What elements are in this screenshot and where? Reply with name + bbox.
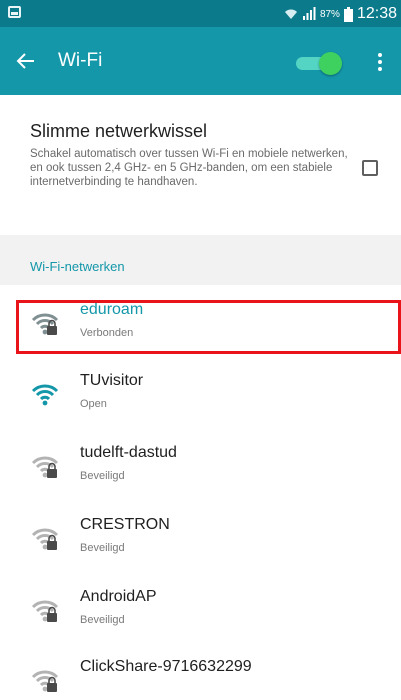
network-status: Open <box>80 398 107 410</box>
cell-signal-icon <box>302 7 316 20</box>
wifi-lock-icon <box>30 598 60 624</box>
network-status: Beveiligd <box>80 542 125 554</box>
section-title: Wi-Fi-netwerken <box>30 259 125 274</box>
wifi-status-icon <box>284 9 297 19</box>
back-button[interactable] <box>10 45 42 77</box>
network-status: Beveiligd <box>80 614 125 626</box>
app-bar: Wi-Fi <box>0 27 401 95</box>
wifi-lock-icon <box>30 526 60 552</box>
arrow-left-icon <box>16 53 34 69</box>
network-name: CRESTRON <box>80 516 170 533</box>
network-item-tudelft-dastud[interactable]: tudelft-dastud Beveiligd <box>0 430 401 502</box>
battery-icon <box>343 6 353 22</box>
battery-percent: 87% <box>319 8 340 20</box>
clock: 12:38 <box>356 5 397 22</box>
more-options-button[interactable] <box>368 47 392 77</box>
smart-network-switch-row[interactable]: Slimme netwerkwissel Schakel automatisch… <box>0 95 401 235</box>
network-list: eduroam Verbonden TUvisitor Open tudelft-das… <box>0 285 401 700</box>
wifi-icon <box>30 382 60 408</box>
network-name: TUvisitor <box>80 372 144 389</box>
more-vert-icon <box>378 53 382 57</box>
network-item-eduroam[interactable]: eduroam Verbonden <box>0 287 401 359</box>
network-name: AndroidAP <box>80 588 157 605</box>
smart-switch-description: Schakel automatisch over tussen Wi-Fi en… <box>30 148 348 188</box>
screenshot-icon <box>8 6 21 18</box>
status-indicators: 87% 12:38 <box>284 3 397 25</box>
network-name: eduroam <box>80 301 144 318</box>
wifi-lock-icon <box>30 454 60 480</box>
network-item-androidap[interactable]: AndroidAP Beveiligd <box>0 574 401 646</box>
network-name: ClickShare-9716632299 <box>80 658 252 675</box>
smart-switch-title: Slimme netwerkwissel <box>30 121 208 141</box>
network-item-tuvisitor[interactable]: TUvisitor Open <box>0 358 401 430</box>
page-title: Wi-Fi <box>58 50 103 71</box>
network-status: Beveiligd <box>80 470 125 482</box>
wifi-lock-icon <box>30 668 60 694</box>
wifi-toggle[interactable] <box>293 52 345 75</box>
smart-switch-checkbox[interactable] <box>362 160 378 176</box>
networks-section-header: Wi-Fi-netwerken <box>0 235 401 285</box>
network-item-clickshare-9716632299[interactable]: ClickShare-9716632299 <box>0 644 401 700</box>
network-name: tudelft-dastud <box>80 444 177 461</box>
network-status: Verbonden <box>80 327 134 339</box>
network-item-crestron[interactable]: CRESTRON Beveiligd <box>0 502 401 574</box>
toggle-knob <box>319 52 342 75</box>
wifi-lock-icon <box>30 311 60 337</box>
status-bar: 87% 12:38 <box>0 0 401 27</box>
